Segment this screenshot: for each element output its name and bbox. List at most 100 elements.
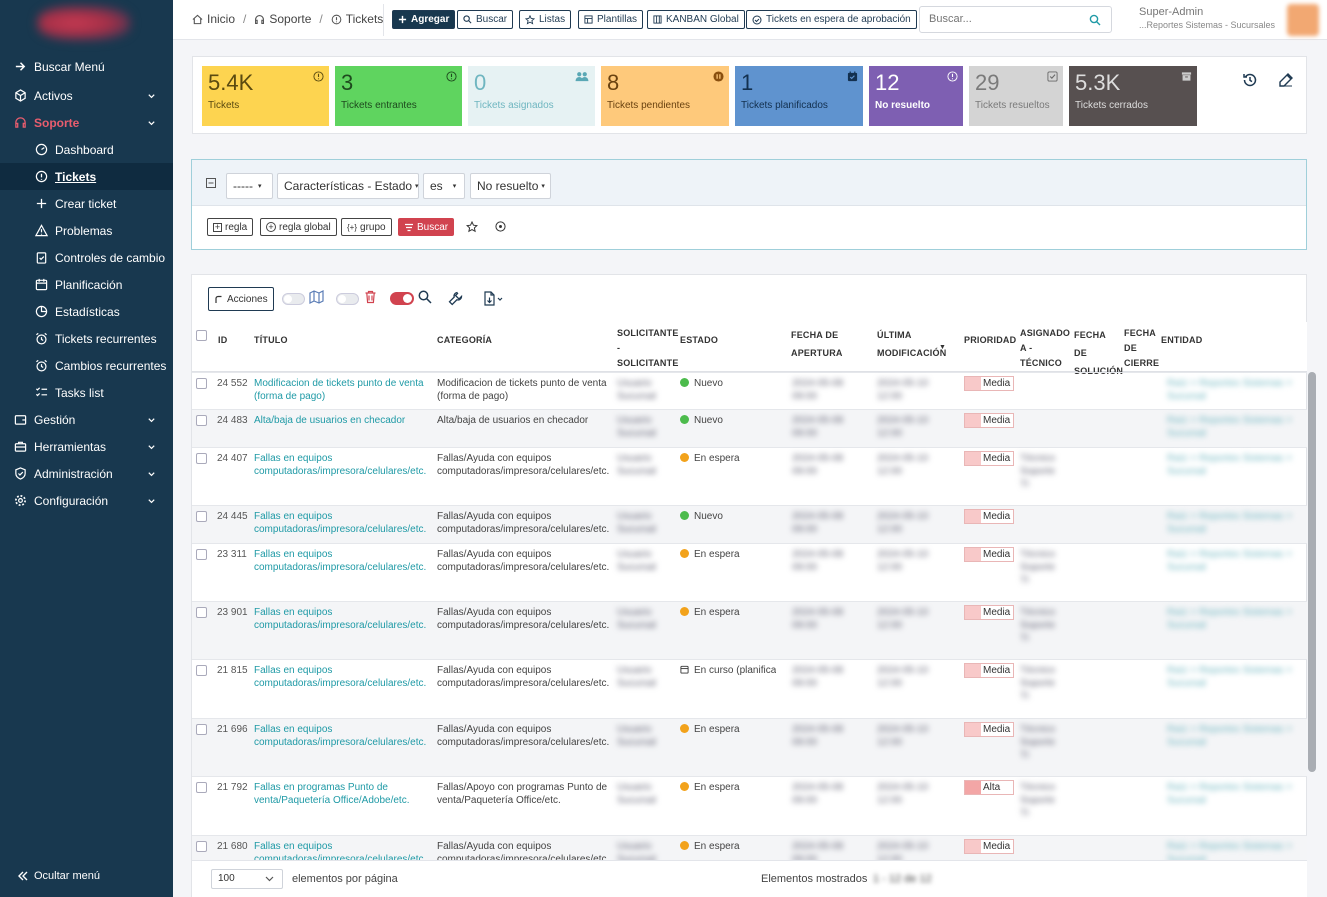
sidebar-subitem-planning[interactable]: Planificación [0,271,173,298]
ticket-entity-link[interactable]: Raíz > Reportes Sistemas > Sucursal [1167,781,1297,807]
actions-button[interactable]: Acciones [208,287,274,311]
ticket-title-link[interactable]: Fallas en equipos computadoras/impresora… [254,452,429,478]
ticket-entity-link[interactable]: Raíz > Reportes Sistemas > Sucursal [1167,377,1297,403]
table-row[interactable]: 24 407 Fallas en equipos computadoras/imp… [192,447,1307,505]
sidebar-item-configuration[interactable]: Configuración [0,487,173,514]
select-all-checkbox[interactable] [196,330,207,341]
trash-toggle[interactable] [336,293,359,305]
sidebar-subitem-recurrent-changes[interactable]: Cambios recurrentes [0,352,173,379]
row-checkbox[interactable] [196,724,207,735]
row-checkbox[interactable] [196,453,207,464]
tile-incoming-tickets[interactable]: 3 Tickets entrantes [335,66,462,126]
sidebar-item-support[interactable]: Soporte [0,109,173,136]
row-checkbox[interactable] [196,415,207,426]
search-button[interactable]: Buscar [457,10,514,29]
ticket-entity-link[interactable]: Raíz > Reportes Sistemas > Sucursal [1167,606,1297,632]
value-select[interactable]: No resuelto ▾ [470,173,551,199]
ticket-title-link[interactable]: Fallas en equipos computadoras/impresora… [254,664,429,690]
kanban-global-button[interactable]: KANBAN Global [647,10,745,29]
table-row[interactable]: 21 680 Fallas en equipos computadoras/imp… [192,835,1307,860]
row-checkbox[interactable] [196,782,207,793]
tile-resolved-tickets[interactable]: 29 Tickets resueltos [969,66,1063,126]
column-header-close-date[interactable]: FECHA DE CIERRE [1124,326,1159,371]
row-checkbox[interactable] [196,378,207,389]
table-scrollbar[interactable] [1308,372,1316,772]
sidebar-subitem-recurrent-tickets[interactable]: Tickets recurrentes [0,325,173,352]
sidebar-item-management[interactable]: Gestión [0,406,173,433]
lists-button[interactable]: Listas [519,10,572,29]
add-button[interactable]: Agregar [392,10,456,29]
history-icon[interactable] [1242,72,1258,88]
column-header-title[interactable]: TÍTULO [254,335,288,345]
wrench-icon[interactable] [448,291,463,306]
column-header-priority[interactable]: PRIORIDAD [964,335,1016,345]
sidebar-subitem-dashboard[interactable]: Dashboard [0,136,173,163]
user-menu[interactable]: Super-Admin ...Reportes Sistemas - Sucur… [1139,6,1275,30]
tile-tickets[interactable]: 5.4K Tickets [202,66,329,126]
search-icon[interactable] [1089,14,1101,26]
sidebar-subitem-statistics[interactable]: Estadísticas [0,298,173,325]
tile-assigned-tickets[interactable]: 0 Tickets asignados [468,66,595,126]
star-icon[interactable] [466,221,478,233]
ticket-title-link[interactable]: Fallas en programas Punto de venta/Paque… [254,781,429,807]
hide-menu-button[interactable]: Ocultar menú [18,870,100,882]
map-toggle[interactable] [282,293,305,305]
row-checkbox[interactable] [196,549,207,560]
global-search-input[interactable] [929,13,1079,25]
table-row[interactable]: 24 552 Modificacion de tickets punto de v… [192,372,1307,409]
add-group-button[interactable]: {+} grupo [341,218,392,236]
company-logo[interactable] [38,6,130,40]
tickets-waiting-approval-button[interactable]: Tickets en espera de aprobación [746,10,917,29]
ticket-entity-link[interactable]: Raíz > Reportes Sistemas > Sucursal [1167,840,1297,860]
sidebar-subitem-create-ticket[interactable]: Crear ticket [0,190,173,217]
table-row[interactable]: 21 792 Fallas en programas Punto de venta… [192,776,1307,835]
breadcrumb-support[interactable]: Soporte [269,12,311,26]
column-header-requester[interactable]: SOLICITANTE - SOLICITANTE [617,326,678,371]
ticket-entity-link[interactable]: Raíz > Reportes Sistemas > Sucursal [1167,510,1297,536]
page-size-select[interactable]: 100 [211,869,283,889]
table-row[interactable]: 21 815 Fallas en equipos computadoras/imp… [192,659,1307,718]
ticket-title-link[interactable]: Alta/baja de usuarios en checador [254,414,429,427]
edit-icon[interactable] [1278,72,1294,88]
ticket-title-link[interactable]: Fallas en equipos computadoras/impresora… [254,606,429,632]
comparison-select[interactable]: es ▾ [423,173,465,199]
sidebar-item-tools[interactable]: Herramientas [0,433,173,460]
table-row[interactable]: 24 445 Fallas en equipos computadoras/imp… [192,505,1307,543]
ticket-entity-link[interactable]: Raíz > Reportes Sistemas > Sucursal [1167,452,1297,478]
add-global-rule-button[interactable]: + regla global [260,218,337,236]
table-row[interactable]: 21 696 Fallas en equipos computadoras/imp… [192,718,1307,776]
sidebar-subitem-change-controls[interactable]: Controles de cambio [0,244,173,271]
ticket-entity-link[interactable]: Raíz > Reportes Sistemas > Sucursal [1167,664,1297,690]
map-icon[interactable] [309,290,325,304]
field-select[interactable]: Características - Estado ▾ [277,173,419,199]
column-header-entity[interactable]: ENTIDAD [1161,335,1202,345]
ticket-title-link[interactable]: Fallas en equipos computadoras/impresora… [254,723,429,749]
breadcrumb-home[interactable]: Inicio [207,12,235,26]
sidebar-item-assets[interactable]: Activos [0,82,173,109]
column-header-id[interactable]: ID [218,335,227,345]
ticket-entity-link[interactable]: Raíz > Reportes Sistemas > Sucursal [1167,548,1297,574]
sidebar-item-administration[interactable]: Administración [0,460,173,487]
ticket-title-link[interactable]: Fallas en equipos computadoras/impresora… [254,510,429,536]
column-header-last-modified[interactable]: ÚLTIMA MODIFICACIÓN [877,326,947,362]
tile-closed-tickets[interactable]: 5.3K Tickets cerrados [1069,66,1197,126]
avatar[interactable] [1287,4,1319,36]
trash-icon[interactable] [364,290,377,304]
column-header-assigned-tech[interactable]: ASIGNADO A - TÉCNICO [1020,326,1070,371]
templates-button[interactable]: Plantillas [578,10,644,29]
table-row[interactable]: 24 483 Alta/baja de usuarios en checador A… [192,409,1307,447]
ticket-title-link[interactable]: Fallas en equipos computadoras/impresora… [254,548,429,574]
breadcrumb-tickets[interactable]: Tickets [346,12,384,26]
ticket-title-link[interactable]: Fallas en equipos computadoras/impresora… [254,840,429,860]
apply-search-button[interactable]: Buscar [398,218,455,236]
reset-circle-icon[interactable] [495,221,506,232]
tile-planned-tickets[interactable]: 1 Tickets planificados [735,66,863,126]
row-checkbox[interactable] [196,665,207,676]
table-row[interactable]: 23 901 Fallas en equipos computadoras/imp… [192,601,1307,659]
search-toggle[interactable] [390,292,414,305]
sidebar-subitem-tasks-list[interactable]: Tasks list [0,379,173,406]
table-row[interactable]: 23 311 Fallas en equipos computadoras/imp… [192,543,1307,601]
column-header-opening-date[interactable]: FECHA DE APERTURA [791,326,851,362]
ticket-entity-link[interactable]: Raíz > Reportes Sistemas > Sucursal [1167,414,1297,440]
collapse-criteria-icon[interactable] [206,178,216,188]
